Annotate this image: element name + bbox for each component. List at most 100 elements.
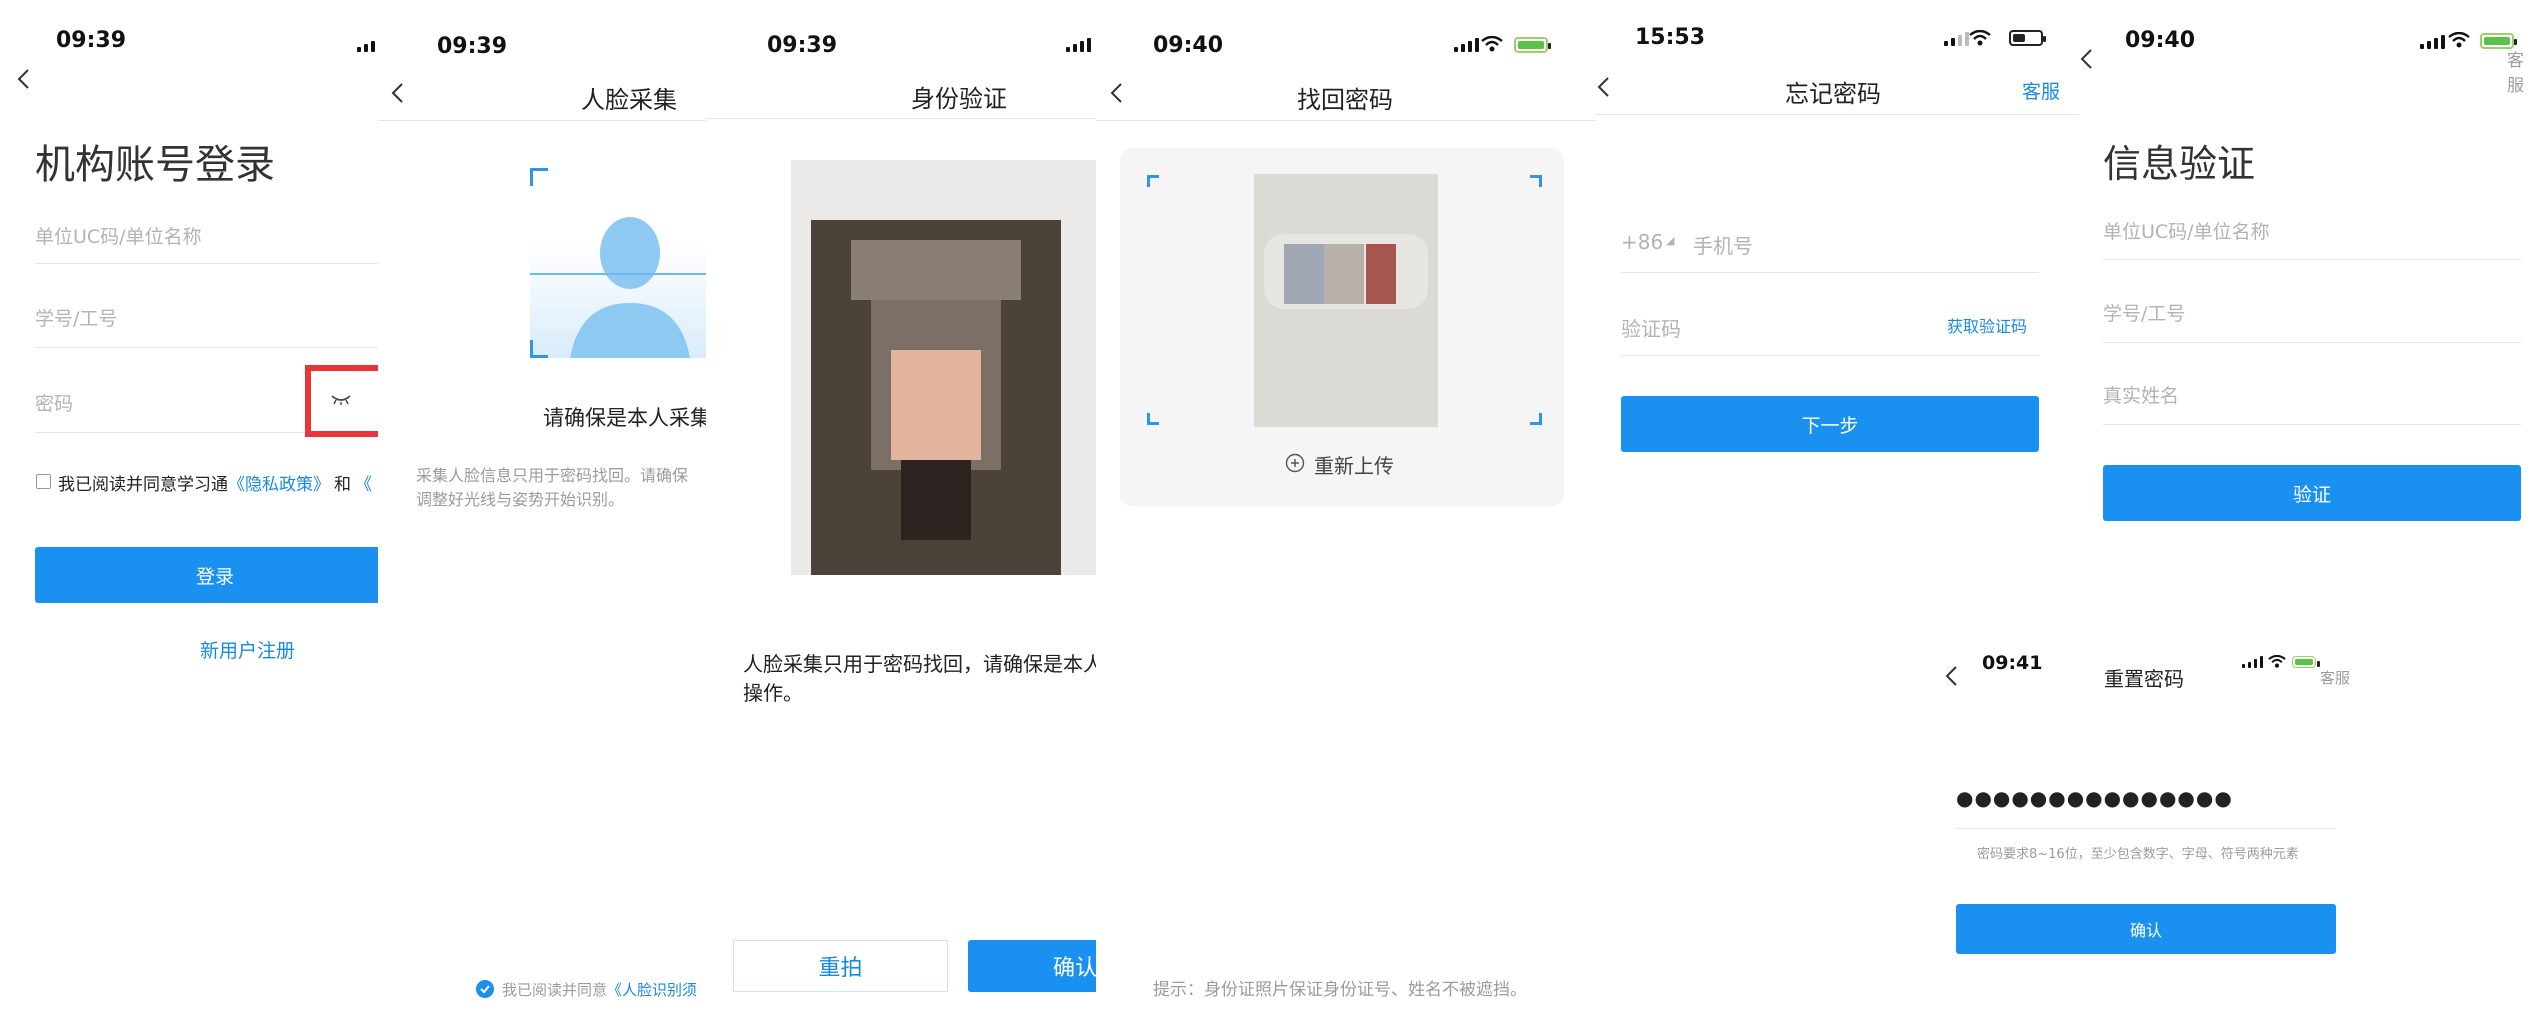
divider <box>35 347 378 348</box>
battery-icon <box>1514 37 1551 53</box>
status-time: 09:39 <box>437 34 508 59</box>
service-link[interactable]: 客服 <box>2507 46 2539 96</box>
phone-input[interactable]: 手机号 <box>1693 230 1753 259</box>
id-input[interactable]: 学号/工号 <box>35 304 117 331</box>
login-button[interactable]: 登录 <box>35 547 378 603</box>
next-label: 下一步 <box>1801 414 1859 437</box>
wifi-icon <box>1969 30 1991 46</box>
user-agreement-link[interactable]: 《 <box>355 475 372 495</box>
back-arrow-icon[interactable] <box>1942 665 1964 687</box>
plus-circle-icon[interactable] <box>1285 453 1305 473</box>
login-label: 登录 <box>195 565 234 588</box>
signal-icon <box>357 36 378 52</box>
signal-icon <box>2420 33 2445 49</box>
status-time: 09:39 <box>767 33 838 58</box>
agree-prefix: 我已阅读并同意学习通 <box>58 475 228 495</box>
description-line-1: 采集人脸信息只用于密码找回。请确保 <box>416 466 689 485</box>
divider <box>1956 828 2336 829</box>
privacy-link[interactable]: 《隐私政策》 <box>228 475 330 495</box>
service-link[interactable]: 客服 <box>2022 77 2060 104</box>
status-time: 09:40 <box>1153 33 1224 58</box>
wifi-icon <box>2448 32 2470 48</box>
service-link[interactable]: 客服 <box>2320 667 2350 688</box>
ensure-text: 请确保是本人采集 <box>543 406 706 430</box>
page-title: 机构账号登录 <box>35 142 275 188</box>
header-divider <box>706 118 1096 119</box>
retake-button[interactable]: 重拍 <box>733 940 948 992</box>
scan-corner <box>1147 413 1159 425</box>
get-code-button[interactable]: 获取验证码 <box>1947 313 2027 337</box>
confirm-button[interactable]: 确认 <box>1956 904 2336 954</box>
eye-closed-icon[interactable] <box>330 392 352 406</box>
reupload-button[interactable]: 重新上传 <box>1314 450 1394 479</box>
unit-input[interactable]: 单位UC码/单位名称 <box>35 222 202 249</box>
tip-text: 提示：身份证照片保证身份证号、姓名不被遮挡。 <box>1153 980 1527 1000</box>
divider <box>1621 272 2039 273</box>
reset-password-inset: 09:41 重置密码 客服 ●●●●●●●●●●●●●●● 密码要求8~16位，… <box>1937 640 2361 970</box>
identity-verify-screen: 09:39 身份验证 人脸采集只用于密码找回，请确保是本人 操作。 重拍 确认 <box>706 0 1096 1018</box>
id-card-photo <box>1254 174 1438 427</box>
password-input[interactable]: 密码 <box>35 389 73 416</box>
back-arrow-icon[interactable] <box>1107 82 1129 104</box>
divider <box>35 263 378 264</box>
signal-icon <box>1066 36 1091 52</box>
face-capture-screen: 09:39 人脸采集 请确保是本人采集 采集人脸信息只用于密码找回。请确保 调整… <box>378 0 706 1018</box>
scan-corner <box>1530 175 1542 187</box>
avatar-icon <box>570 217 690 358</box>
retake-label: 重拍 <box>818 956 863 981</box>
password-field[interactable]: ●●●●●●●●●●●●●●● <box>1956 786 2233 810</box>
checked-icon[interactable] <box>476 980 494 998</box>
page-title: 找回密码 <box>1297 86 1393 114</box>
page-title: 身份验证 <box>911 85 1007 113</box>
page-title: 重置密码 <box>2104 667 2184 691</box>
confirm-label: 确认 <box>1053 956 1096 981</box>
divider <box>2103 259 2521 260</box>
face-agreement-link[interactable]: 《人脸识别须 <box>607 981 697 999</box>
battery-icon <box>2009 30 2046 46</box>
signal-icon <box>2242 656 2263 668</box>
status-time: 15:53 <box>1635 25 1706 50</box>
country-code-select[interactable]: +86 <box>1621 230 1663 254</box>
agree-checkbox[interactable] <box>36 474 51 489</box>
page-title: 忘记密码 <box>1785 80 1881 108</box>
password-requirement: 密码要求8~16位，至少包含数字、字母、符号两种元素 <box>1977 847 2299 862</box>
status-time: 09:39 <box>56 28 127 53</box>
wifi-icon <box>2268 655 2286 668</box>
header-divider <box>378 120 706 121</box>
note-line-2: 操作。 <box>743 681 803 705</box>
back-arrow-icon[interactable] <box>2079 48 2099 70</box>
status-time: 09:40 <box>2125 28 2196 53</box>
dropdown-triangle-icon: ◢ <box>1666 234 1675 247</box>
confirm-button[interactable]: 确认 <box>968 940 1096 992</box>
login-screen: 09:39 机构账号登录 单位UC码/单位名称 学号/工号 密码 我已阅读并同意… <box>0 0 378 1018</box>
back-arrow-icon[interactable] <box>14 68 36 90</box>
scan-corner <box>1530 413 1542 425</box>
page-title: 信息验证 <box>2103 142 2256 186</box>
header-divider <box>1596 114 2079 115</box>
verify-code-input[interactable]: 验证码 <box>1621 313 1681 342</box>
id-input[interactable]: 学号/工号 <box>2103 299 2185 326</box>
unit-input[interactable]: 单位UC码/单位名称 <box>2103 217 2270 244</box>
battery-icon <box>2292 656 2320 668</box>
back-arrow-icon[interactable] <box>388 82 410 104</box>
header-divider <box>1096 120 1596 121</box>
divider <box>2103 342 2521 343</box>
divider <box>2103 424 2521 425</box>
note-line-1: 人脸采集只用于密码找回，请确保是本人 <box>743 652 1096 676</box>
next-button[interactable]: 下一步 <box>1621 396 2039 452</box>
description-line-2: 调整好光线与姿势开始识别。 <box>416 490 625 509</box>
signal-icon <box>1944 30 1969 46</box>
upload-card: 重新上传 <box>1120 148 1564 506</box>
agreement-text: 我已阅读并同意《人脸识别须 <box>502 979 697 1000</box>
status-time: 09:41 <box>1982 652 2043 674</box>
register-link[interactable]: 新用户注册 <box>200 636 295 663</box>
verify-button[interactable]: 验证 <box>2103 465 2521 521</box>
face-photo <box>791 160 1096 575</box>
agreement-text: 我已阅读并同意学习通《隐私政策》和《 <box>58 470 372 495</box>
name-input[interactable]: 真实姓名 <box>2103 381 2179 408</box>
page-title: 人脸采集 <box>581 86 677 114</box>
back-arrow-icon[interactable] <box>1596 76 1616 98</box>
and-text: 和 <box>334 475 351 495</box>
scan-corner <box>1147 175 1159 187</box>
signal-icon <box>1454 36 1479 52</box>
